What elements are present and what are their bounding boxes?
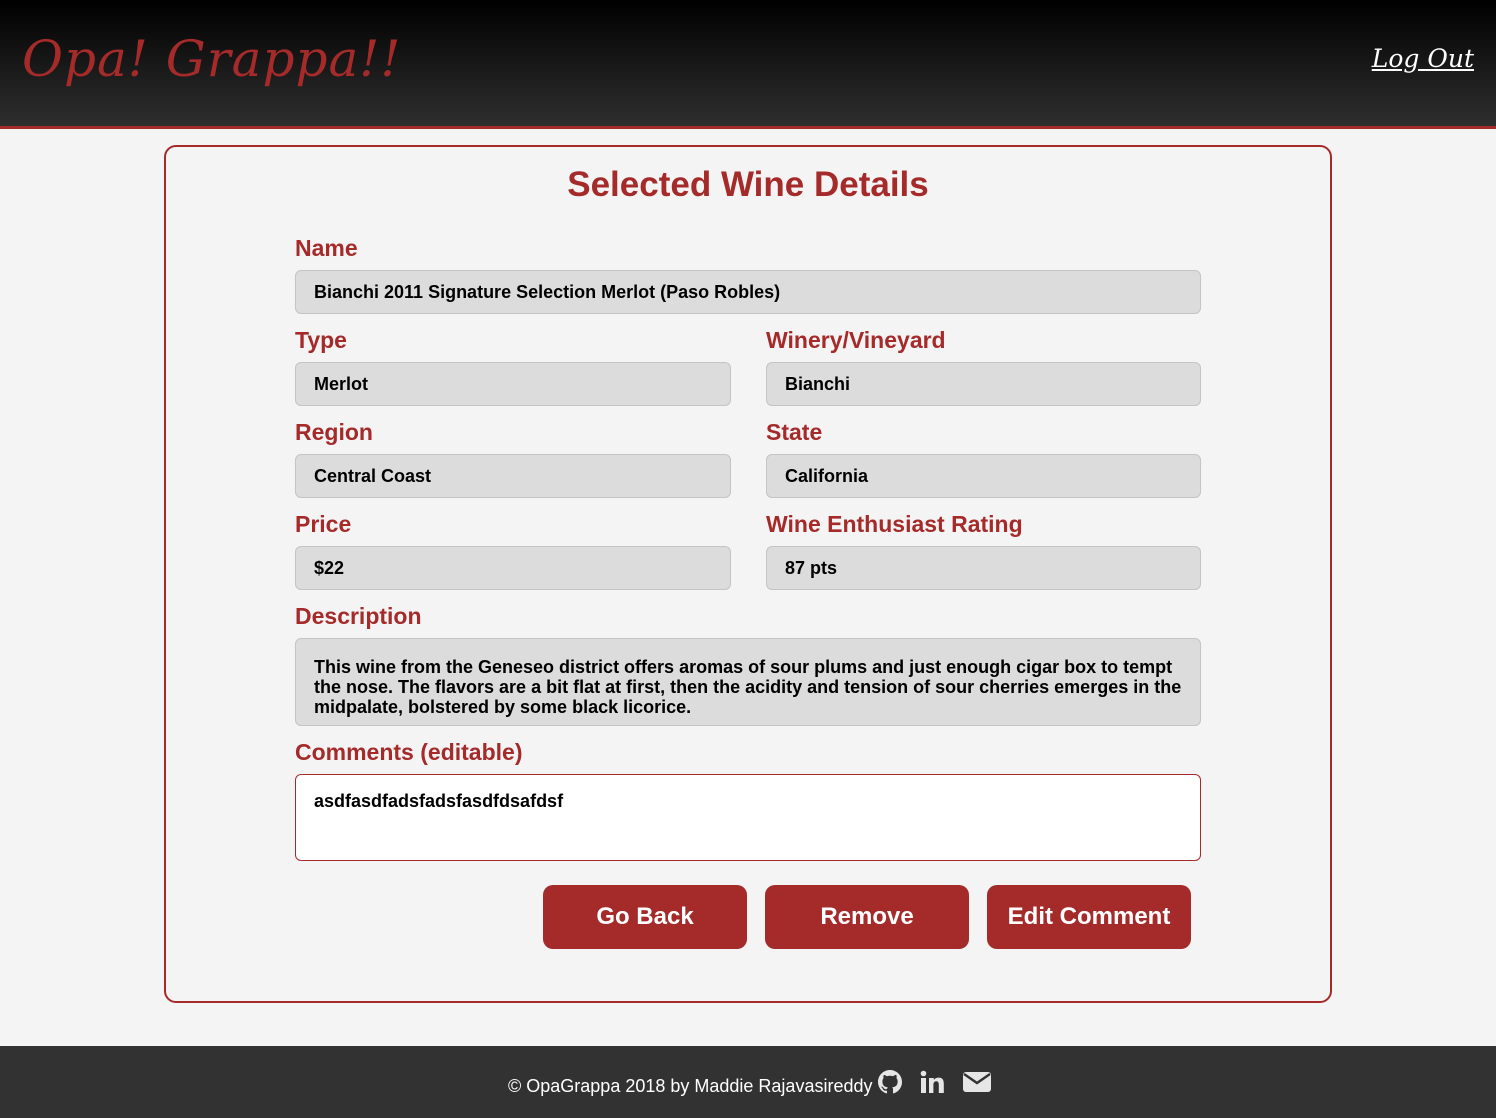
region-field: Central Coast (295, 454, 731, 498)
price-field: $22 (295, 546, 731, 590)
wine-details-card: Selected Wine Details Name Bianchi 2011 … (164, 145, 1332, 1003)
app-header: Opa! Grappa!! Log Out (0, 0, 1496, 129)
edit-comment-button[interactable]: Edit Comment (987, 885, 1191, 949)
description-label: Description (295, 603, 422, 629)
type-label: Type (295, 327, 347, 353)
name-field: Bianchi 2011 Signature Selection Merlot … (295, 270, 1201, 314)
page-title: Selected Wine Details (567, 165, 929, 204)
brand-logo[interactable]: Opa! Grappa!! (22, 30, 401, 88)
go-back-button[interactable]: Go Back (543, 885, 747, 949)
winery-label: Winery/Vineyard (766, 327, 946, 353)
logout-link[interactable]: Log Out (1372, 44, 1474, 73)
comments-label: Comments (editable) (295, 739, 523, 765)
region-label: Region (295, 419, 373, 445)
winery-field: Bianchi (766, 362, 1201, 406)
app-footer: © OpaGrappa 2018 by Maddie Rajavasireddy (0, 1046, 1496, 1118)
comments-textarea[interactable]: asdfasdfadsfadsfasdfdsafdsf (295, 774, 1201, 861)
state-label: State (766, 419, 823, 445)
copyright-text: © OpaGrappa 2018 by Maddie Rajavasireddy (508, 1076, 873, 1096)
name-label: Name (295, 235, 358, 261)
type-field: Merlot (295, 362, 731, 406)
state-field: California (766, 454, 1201, 498)
linkedin-icon[interactable] (920, 1070, 944, 1099)
description-field: This wine from the Geneseo district offe… (295, 638, 1201, 726)
remove-button[interactable]: Remove (765, 885, 969, 949)
price-label: Price (295, 511, 352, 537)
github-icon[interactable] (878, 1070, 902, 1099)
rating-label: Wine Enthusiast Rating (766, 511, 1023, 537)
email-icon[interactable] (962, 1070, 992, 1099)
rating-field: 87 pts (766, 546, 1201, 590)
